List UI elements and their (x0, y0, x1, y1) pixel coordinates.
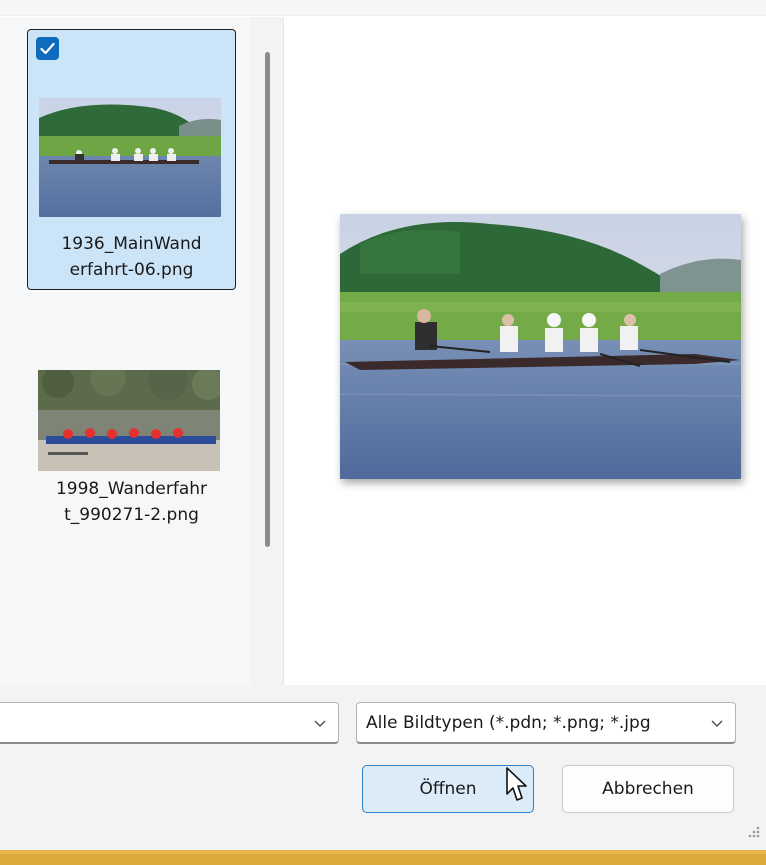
file-type-selected: Alle Bildtypen (*.pdn; *.png; *.jpg (366, 713, 651, 733)
file-tile-1936[interactable]: 1936_MainWand erfahrt-06.png (27, 29, 236, 290)
thumbnail-rowing-1998 (38, 370, 220, 471)
thumbnail-rowing-1936 (39, 98, 221, 217)
file-list[interactable]: 1936_MainWand erfahrt-06.png 1998_Wander… (0, 17, 250, 685)
resize-grip-icon[interactable] (742, 822, 762, 842)
file-name: 1998_Wanderfahr t_990271-2.png (55, 479, 208, 525)
file-type-select[interactable]: Alle Bildtypen (*.pdn; *.png; *.jpg (356, 702, 736, 744)
preview-pane (285, 17, 766, 685)
chevron-down-icon[interactable] (312, 715, 328, 731)
preview-image (339, 214, 742, 479)
dialog-footer: Alle Bildtypen (*.pdn; *.png; *.jpg Öffn… (0, 685, 766, 850)
scrollbar-thumb[interactable] (265, 52, 270, 547)
window-accent-bar (0, 850, 766, 865)
mouse-cursor-icon (506, 767, 527, 801)
accent-bar-highlight (0, 850, 766, 854)
file-tile-1998[interactable]: 1998_Wanderfahr t_990271-2.png (27, 362, 236, 562)
file-name: 1936_MainWand erfahrt-06.png (61, 234, 202, 280)
file-list-scrollbar[interactable] (250, 17, 284, 685)
dialog-top-strip (0, 0, 766, 16)
check-icon (40, 42, 55, 55)
filename-input[interactable] (0, 702, 339, 744)
selected-checkbox[interactable] (36, 37, 59, 60)
cancel-button[interactable]: Abbrechen (562, 765, 734, 813)
chevron-down-icon[interactable] (709, 715, 725, 731)
